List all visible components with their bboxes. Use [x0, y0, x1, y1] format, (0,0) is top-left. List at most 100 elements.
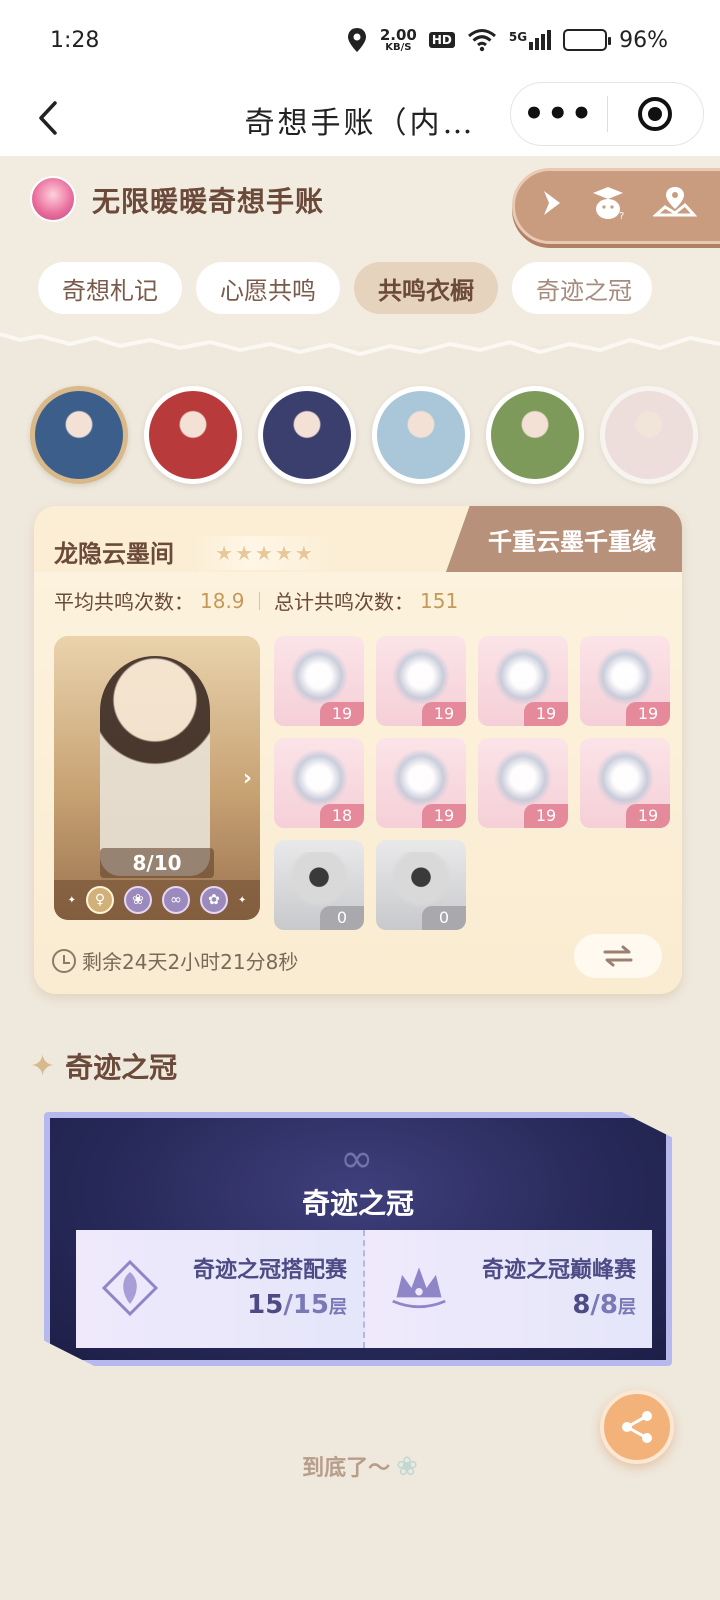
status-icons: 2.00 KB/S HD 5G 96%: [346, 27, 668, 53]
miracle-crown-card[interactable]: ∞ 奇迹之冠 奇迹之冠搭配赛 15/15层 奇迹之冠巅峰赛 8/8层: [44, 1112, 672, 1366]
outfit-item-art: [290, 852, 348, 908]
outfit-character-art: [100, 656, 210, 876]
tab-4[interactable]: 奇迹之冠: [512, 262, 652, 314]
swap-button[interactable]: [574, 934, 662, 978]
outfit-preview[interactable]: › 8/10 ✦ ♀ ❀ ∞ ✿ ✦: [54, 636, 260, 920]
outfit-item-count: 0: [320, 906, 364, 930]
character-avatar[interactable]: [372, 386, 470, 484]
app-avatar: [30, 176, 76, 222]
total-label: 总计共鸣次数：: [274, 590, 415, 614]
stage-icon-4: ✿: [200, 886, 228, 914]
app-title: 无限暖暖奇想手账: [92, 185, 325, 218]
sparkle-icon: ✦: [238, 894, 247, 906]
outfit-item[interactable]: 19: [376, 738, 466, 828]
star-icon: ★: [235, 541, 254, 565]
outfit-item-art: [392, 648, 450, 704]
outfit-item-art: [290, 648, 348, 704]
footer-label: 到底了～: [302, 1456, 391, 1481]
evolution-stages: ✦ ♀ ❀ ∞ ✿ ✦: [54, 880, 260, 920]
outfit-item[interactable]: 0: [376, 840, 466, 930]
outfit-item[interactable]: 19: [580, 636, 670, 726]
star-icon: ★: [274, 541, 293, 565]
outfit-item-art: [494, 750, 552, 806]
more-button[interactable]: •••: [511, 97, 607, 131]
crown-peak-total: 8: [599, 1290, 618, 1320]
crown-match-value: 15/15层: [247, 1290, 347, 1320]
outfit-item-count: 19: [524, 702, 568, 726]
guide-mascot-icon[interactable]: ?: [589, 185, 627, 227]
outfit-item[interactable]: 19: [274, 636, 364, 726]
map-icon[interactable]: [652, 185, 698, 227]
character-avatar[interactable]: [486, 386, 584, 484]
resonance-stats: 平均共鸣次数： 18.9 总计共鸣次数： 151: [54, 586, 458, 615]
close-button[interactable]: [608, 97, 704, 131]
outfit-item-art: [494, 648, 552, 704]
outfit-item-art: [290, 750, 348, 806]
net-speed: 2.00 KB/S: [379, 25, 417, 53]
outfit-item[interactable]: 19: [580, 738, 670, 828]
status-time: 1:28: [50, 27, 100, 53]
crown-match-panel[interactable]: 奇迹之冠搭配赛 15/15层: [76, 1230, 363, 1348]
character-avatar[interactable]: [600, 386, 698, 484]
svg-text:?: ?: [619, 211, 624, 221]
crown-match-current: 15: [247, 1290, 284, 1320]
swap-arrows-icon: [603, 945, 633, 967]
crown-peak-current: 8: [572, 1290, 591, 1320]
star-icon: ★: [215, 541, 234, 565]
outfit-item-art: [392, 750, 450, 806]
timer-text: 剩余24天2小时21分8秒: [82, 950, 299, 974]
outfit-item[interactable]: 19: [376, 636, 466, 726]
net-speed-unit: KB/S: [385, 41, 412, 53]
net-speed-value: 2.00: [379, 25, 417, 44]
tab-1[interactable]: 奇想札记: [38, 262, 182, 314]
total-value: 151: [420, 588, 459, 613]
crown-match-label: 奇迹之冠搭配赛: [192, 1258, 347, 1283]
avg-value: 18.9: [200, 588, 245, 613]
crown-peak-panel[interactable]: 奇迹之冠巅峰赛 8/8层: [363, 1230, 652, 1348]
signal-icon: 5G: [508, 30, 552, 50]
header: 无限暖暖奇想手账 ? 奇想札记 心愿共鸣 共鸣衣橱 奇迹之冠: [0, 156, 720, 346]
torn-paper-divider: [0, 332, 720, 366]
mini-program-capsule: •••: [510, 82, 704, 146]
outfit-name: 龙隐云墨间: [54, 540, 174, 568]
outfit-item-count: 19: [524, 804, 568, 828]
star-rating: ★ ★ ★ ★ ★: [194, 536, 334, 570]
sparkle-icon: ✦: [30, 1048, 56, 1084]
outfit-item[interactable]: 0: [274, 840, 364, 930]
location-icon: [347, 28, 366, 52]
resonance-card: 龙隐云墨间 ★ ★ ★ ★ ★ 千重云墨千重缘 平均共鸣次数： 18.9 总计共鸣次数：…: [34, 506, 682, 994]
crown-card-title: 奇迹之冠: [301, 1187, 414, 1220]
tab-3[interactable]: 共鸣衣橱: [354, 262, 498, 314]
section-title-text: 奇迹之冠: [65, 1051, 178, 1084]
arrow-right-icon: ›: [242, 766, 252, 791]
play-icon[interactable]: [541, 189, 563, 223]
outfit-item-art: [392, 852, 450, 908]
battery-icon: [563, 29, 612, 51]
battery-percent: 96%: [619, 27, 668, 53]
crown-panels: 奇迹之冠搭配赛 15/15层 奇迹之冠巅峰赛 8/8层: [76, 1230, 652, 1348]
character-avatar-row: [30, 386, 698, 484]
outfit-item-count: 18: [320, 804, 364, 828]
clock-icon: [52, 948, 76, 973]
outfit-item-count: 0: [422, 906, 466, 930]
outfit-item[interactable]: 18: [274, 738, 364, 828]
signal-label: 5G: [508, 30, 528, 44]
outfit-item[interactable]: 19: [478, 738, 568, 828]
tab-2[interactable]: 心愿共鸣: [196, 262, 340, 314]
crown-peak-label: 奇迹之冠巅峰赛: [481, 1258, 636, 1283]
remaining-time: 剩余24天2小时21分8秒: [52, 946, 298, 975]
character-avatar[interactable]: [144, 386, 242, 484]
character-avatar[interactable]: [258, 386, 356, 484]
outfit-item-count: 19: [626, 804, 670, 828]
crown-match-unit: 层: [329, 1297, 347, 1318]
sparkle-icon: ✦: [67, 894, 76, 906]
nav-bar: 奇想手账（内… •••: [0, 80, 720, 156]
outfit-item[interactable]: 19: [478, 636, 568, 726]
outfit-item-count: 19: [422, 702, 466, 726]
wifi-icon: [467, 29, 496, 52]
outfit-items-grid: 19 19 19 19 18 19 19 19 0 0: [274, 636, 674, 930]
flower-badge-icon: [100, 1258, 160, 1318]
character-avatar[interactable]: [30, 386, 128, 484]
crown-match-total: 15: [292, 1290, 329, 1320]
tools-pill: ?: [512, 168, 720, 244]
